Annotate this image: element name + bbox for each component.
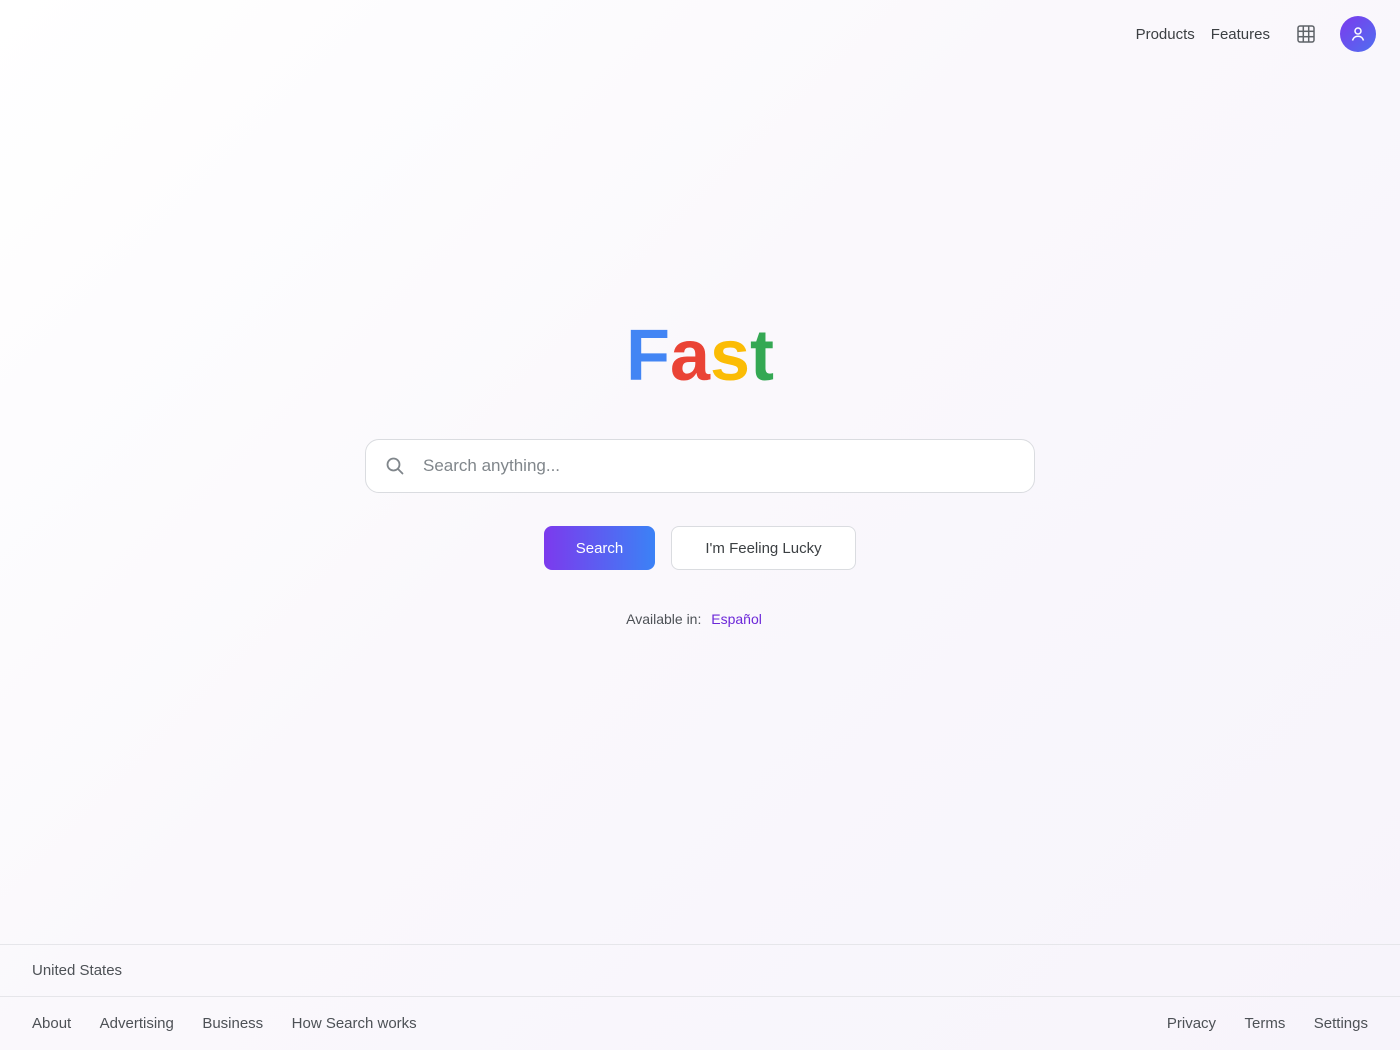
logo-letter-s: s	[710, 316, 751, 396]
footer-links: About Advertising Business How Search wo…	[0, 997, 1400, 1050]
country-label: United States	[32, 962, 123, 979]
footer-link-settings[interactable]: Settings	[1314, 1015, 1368, 1032]
feeling-lucky-button[interactable]: I'm Feeling Lucky	[671, 526, 856, 570]
apps-grid-button[interactable]	[1288, 16, 1324, 52]
grid-icon	[1297, 25, 1315, 43]
logo-letter-f: F	[625, 316, 670, 396]
footer-link-about[interactable]: About	[32, 1015, 71, 1032]
logo-letter-t: t	[750, 316, 775, 396]
footer-left-links: About Advertising Business How Search wo…	[32, 1015, 441, 1033]
account-avatar-button[interactable]	[1340, 16, 1376, 52]
top-navigation: Products Features	[0, 0, 1400, 68]
footer-link-terms[interactable]: Terms	[1245, 1015, 1286, 1032]
search-box[interactable]	[365, 439, 1035, 493]
brand-logo: Fast	[0, 316, 1400, 396]
nav-link-products[interactable]: Products	[1136, 26, 1195, 43]
language-offer: Available in: Español	[0, 611, 1400, 627]
search-input[interactable]	[423, 440, 1034, 492]
footer-link-advertising[interactable]: Advertising	[100, 1015, 174, 1032]
footer: United States About Advertising Business…	[0, 944, 1400, 1050]
search-button[interactable]: Search	[544, 526, 655, 570]
logo-letter-a: a	[669, 316, 710, 396]
footer-link-privacy[interactable]: Privacy	[1167, 1015, 1216, 1032]
footer-link-business[interactable]: Business	[202, 1015, 263, 1032]
search-icon	[386, 457, 404, 475]
footer-link-how-search-works[interactable]: How Search works	[292, 1015, 417, 1032]
footer-right-links: Privacy Terms Settings	[1143, 1015, 1368, 1033]
language-link-espanol[interactable]: Español	[711, 611, 762, 627]
search-actions: Search I'm Feeling Lucky	[0, 526, 1400, 570]
language-prefix: Available in:	[626, 611, 702, 627]
user-icon	[1351, 27, 1365, 41]
nav-link-features[interactable]: Features	[1211, 26, 1270, 43]
footer-country: United States	[0, 944, 1400, 997]
